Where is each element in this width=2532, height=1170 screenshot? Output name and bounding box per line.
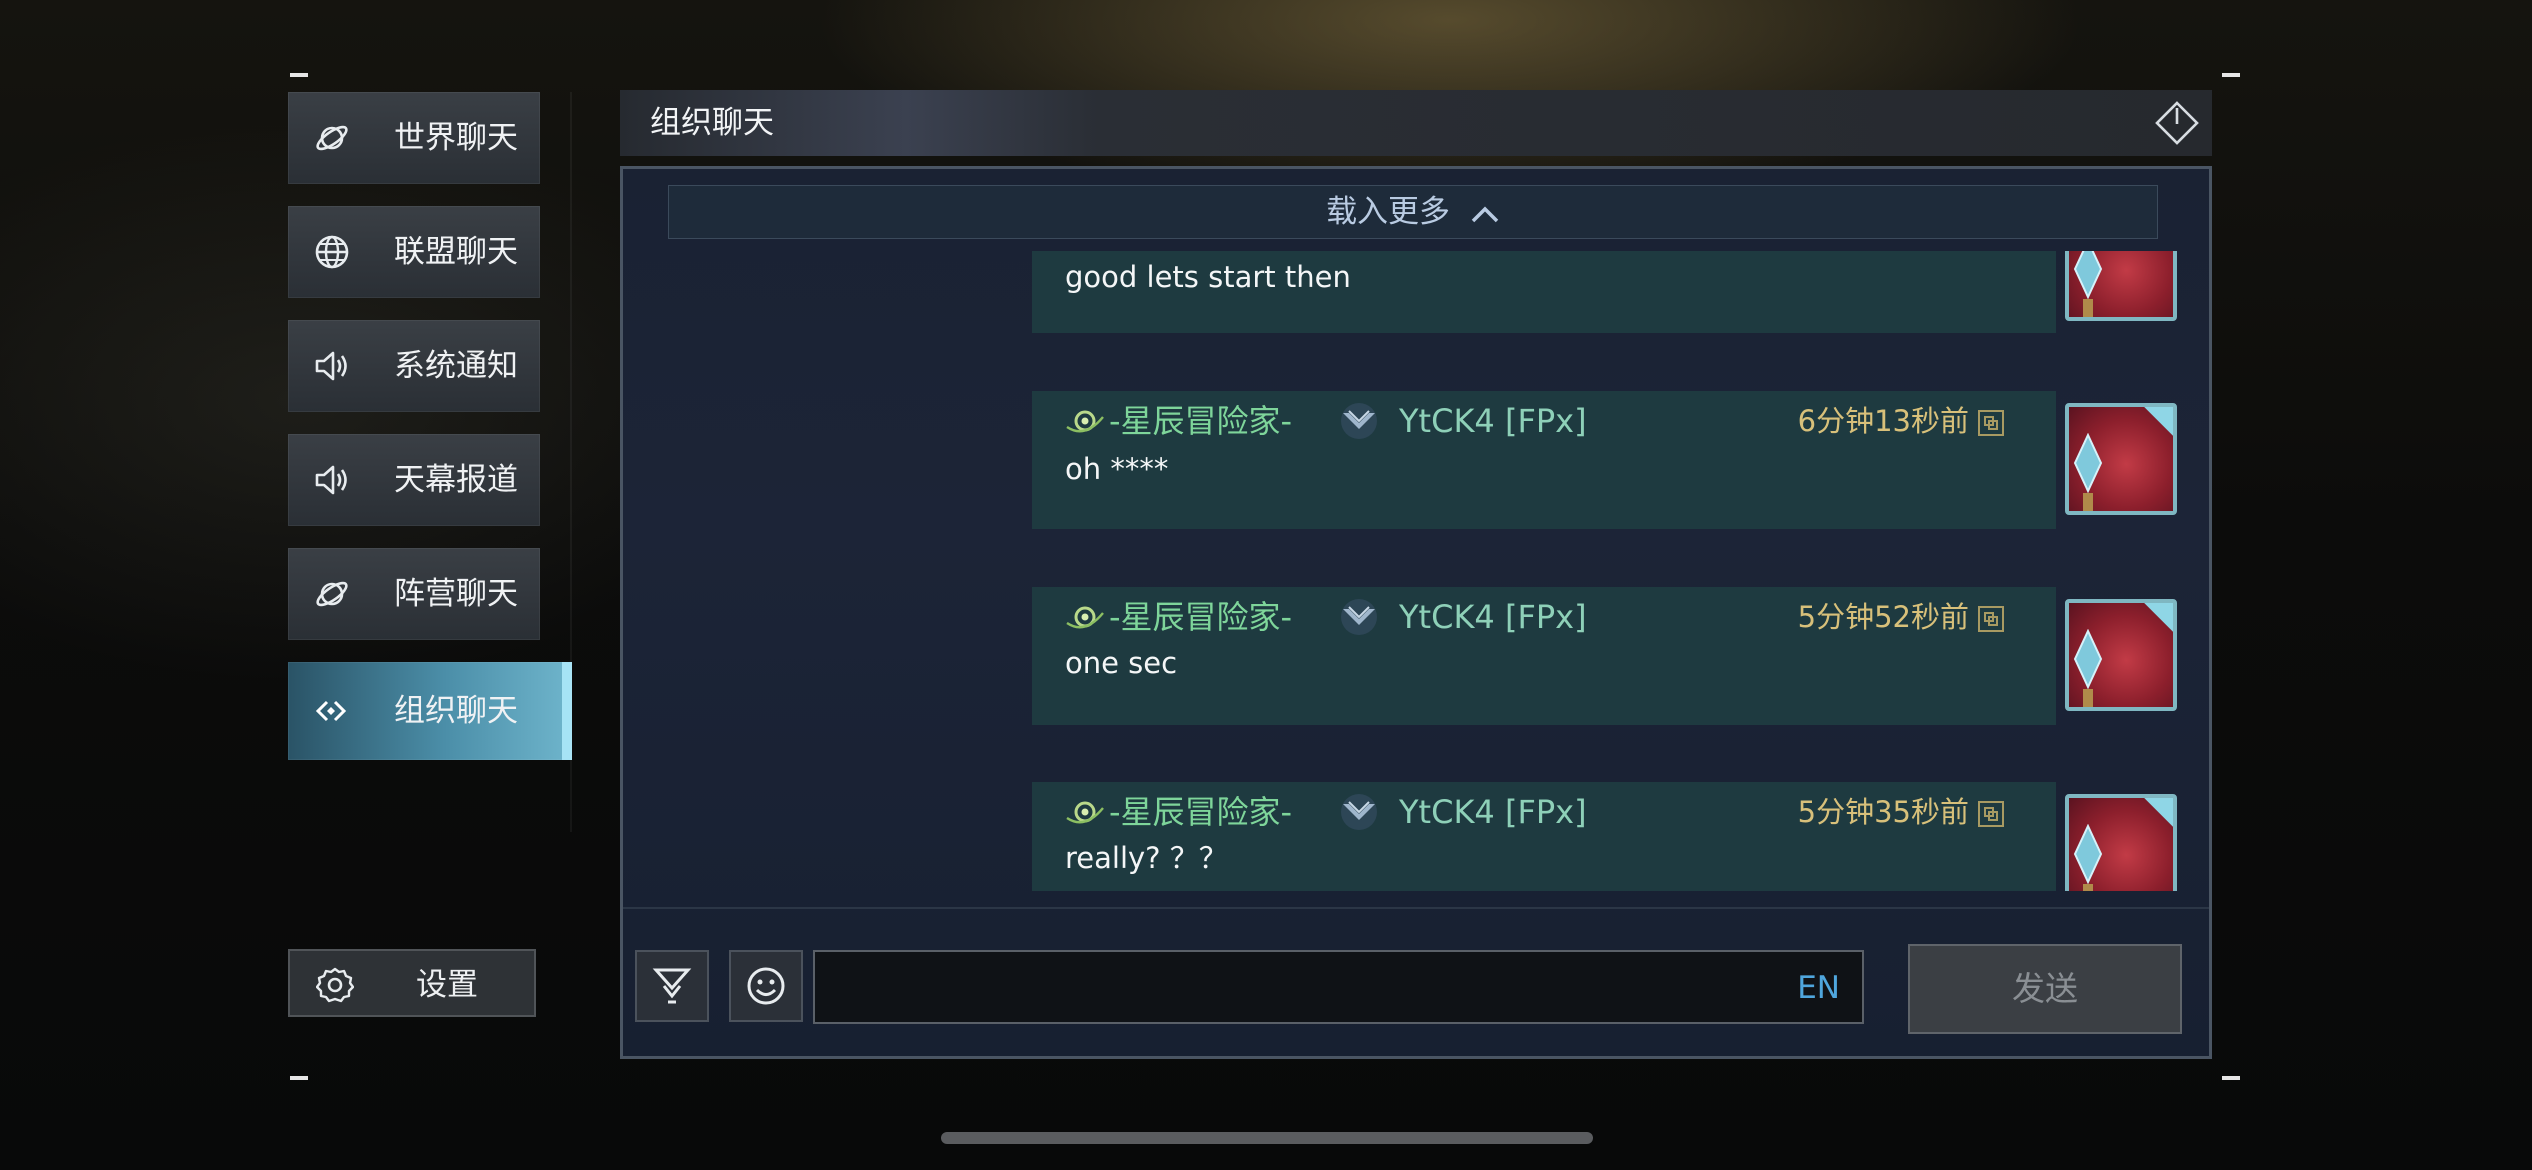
chat-panel: 载入更多 good lets start then -星辰冒险家- YtCK4 … [620, 166, 2212, 1059]
rank-gem-icon [2073, 629, 2103, 707]
rank-gem-icon [2073, 824, 2103, 891]
organization-name: -星辰冒险家- [1109, 793, 1293, 831]
tab-label: 天幕报道 [394, 462, 518, 498]
sidebar-divider [570, 92, 572, 832]
chat-message: -星辰冒险家- YtCK4 [FPx] 5分钟35秒前 really? ？？ [1032, 782, 2056, 891]
tab-label: 组织聊天 [394, 693, 518, 729]
tab-label: 联盟聊天 [394, 234, 518, 270]
send-label: 发送 [2012, 969, 2078, 1008]
avatar-frame-corner [2139, 603, 2173, 637]
organization-name: -星辰冒险家- [1109, 598, 1293, 636]
tab-label: 阵营聊天 [394, 576, 518, 612]
organization-badge-icon [1066, 410, 1104, 433]
emoji-button[interactable] [729, 950, 803, 1022]
avatar[interactable] [2065, 599, 2177, 711]
exit-icon[interactable] [2154, 100, 2200, 146]
rank-gem-icon [2073, 251, 2103, 317]
avatar[interactable] [2065, 251, 2177, 321]
message-text: really? ？？ [1065, 841, 1228, 875]
message-list[interactable]: good lets start then -星辰冒险家- YtCK4 [FPx]… [623, 251, 2209, 891]
chat-header: 组织聊天 [620, 90, 2212, 156]
gear-icon [316, 967, 354, 1003]
username[interactable]: YtCK4 [FPx] [1399, 595, 1587, 639]
copy-icon[interactable] [1977, 800, 2005, 828]
globe-icon [315, 235, 349, 269]
message-header: -星辰冒险家- YtCK4 [FPx] 6分钟13秒前 [1065, 399, 2025, 443]
language-toggle[interactable]: EN [1797, 966, 1840, 1010]
chat-message: good lets start then [1032, 251, 2056, 333]
settings-button[interactable]: 设置 [288, 949, 536, 1017]
input-divider [623, 907, 2209, 909]
send-button[interactable]: 发送 [1908, 944, 2182, 1034]
tab-system-notice[interactable]: 系统通知 [288, 320, 540, 412]
message-timestamp: 5分钟52秒前 [1797, 600, 1969, 634]
planet-icon [316, 581, 348, 607]
load-more-button[interactable]: 载入更多 [668, 185, 2158, 239]
planet-icon [316, 125, 348, 151]
frame-corner-bottom-left [290, 1076, 308, 1080]
tab-alliance-chat[interactable]: 联盟聊天 [288, 206, 540, 298]
organization-badge-icon [1066, 606, 1104, 629]
message-header: -星辰冒险家- YtCK4 [FPx] 5分钟52秒前 [1065, 595, 2025, 639]
message-header: -星辰冒险家- YtCK4 [FPx] 5分钟35秒前 [1065, 790, 2025, 834]
tab-label: 系统通知 [394, 348, 518, 384]
load-more-label: 载入更多 [1326, 194, 1451, 230]
frame-corner-bottom-right [2222, 1076, 2240, 1080]
avatar-frame-corner [2139, 407, 2173, 441]
rank-gem-icon [2073, 433, 2103, 511]
speaker-icon [315, 351, 347, 381]
copy-icon[interactable] [1977, 605, 2005, 633]
chevron-down-icon [652, 968, 692, 1004]
message-input-box[interactable]: EN [813, 950, 1864, 1024]
message-timestamp: 6分钟13秒前 [1797, 404, 1969, 438]
page-title: 组织聊天 [650, 105, 774, 141]
avatar[interactable] [2065, 403, 2177, 515]
avatar[interactable] [2065, 794, 2177, 891]
rank-chevron-icon [1341, 403, 1377, 439]
tab-world-chat[interactable]: 世界聊天 [288, 92, 540, 184]
quick-phrase-button[interactable] [635, 950, 709, 1022]
speaker-icon [315, 465, 347, 495]
username[interactable]: YtCK4 [FPx] [1399, 399, 1587, 443]
avatar-frame-corner [2139, 798, 2173, 832]
home-indicator[interactable] [941, 1132, 1593, 1144]
message-input[interactable] [827, 960, 1731, 1016]
organization-badge-icon [1066, 801, 1104, 824]
frame-corner-top-left [290, 73, 308, 77]
message-text: oh **** [1065, 452, 1169, 486]
chevron-up-icon [1471, 206, 1499, 222]
tab-organization-chat[interactable]: 组织聊天 [288, 662, 572, 760]
emoji-icon [747, 967, 785, 1005]
tab-label: 世界聊天 [394, 120, 518, 156]
rank-chevron-icon [1341, 599, 1377, 635]
organization-name: -星辰冒险家- [1109, 402, 1293, 440]
rank-chevron-icon [1341, 794, 1377, 830]
username[interactable]: YtCK4 [FPx] [1399, 790, 1587, 834]
settings-label: 设置 [416, 967, 478, 1003]
message-timestamp: 5分钟35秒前 [1797, 795, 1969, 829]
frame-corner-top-right [2222, 73, 2240, 77]
tab-sky-report[interactable]: 天幕报道 [288, 434, 540, 526]
chat-message: -星辰冒险家- YtCK4 [FPx] 5分钟52秒前 one sec [1032, 587, 2056, 725]
chat-message: -星辰冒险家- YtCK4 [FPx] 6分钟13秒前 oh **** [1032, 391, 2056, 529]
copy-icon[interactable] [1977, 409, 2005, 437]
message-text: one sec [1065, 646, 1178, 680]
message-text: good lets start then [1065, 260, 1351, 294]
tab-faction-chat[interactable]: 阵营聊天 [288, 548, 540, 640]
link-icon [315, 700, 347, 722]
